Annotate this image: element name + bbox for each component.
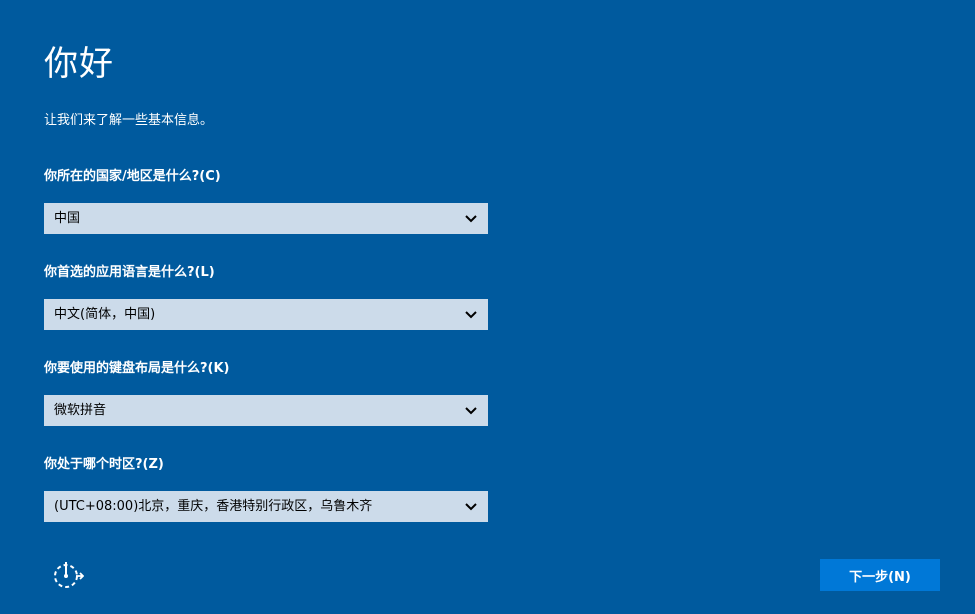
country-dropdown[interactable]: 中国 [44,203,488,234]
keyboard-field: 你要使用的键盘布局是什么?(K) 微软拼音 [44,360,488,426]
keyboard-value: 微软拼音 [54,403,107,418]
language-dropdown[interactable]: 中文(简体，中国) [44,299,488,330]
keyboard-label: 你要使用的键盘布局是什么?(K) [44,361,230,376]
timezone-value: (UTC+08:00)北京，重庆，香港特别行政区，乌鲁木齐 [54,499,373,514]
language-label: 你首选的应用语言是什么?(L) [44,265,215,280]
ease-of-access-icon[interactable] [50,559,85,591]
chevron-down-icon [464,214,478,224]
chevron-down-icon [464,310,478,320]
country-label: 你所在的国家/地区是什么?(C) [44,169,221,184]
chevron-down-icon [464,502,478,512]
language-field: 你首选的应用语言是什么?(L) 中文(简体，中国) [44,264,488,330]
country-field: 你所在的国家/地区是什么?(C) 中国 [44,168,488,234]
next-button[interactable]: 下一步(N) [820,559,940,591]
timezone-label: 你处于哪个时区?(Z) [44,457,164,472]
country-value: 中国 [54,211,81,226]
language-value: 中文(简体，中国) [54,307,156,322]
setup-title: 你好 [44,44,114,84]
keyboard-dropdown[interactable]: 微软拼音 [44,395,488,426]
chevron-down-icon [464,406,478,416]
timezone-dropdown[interactable]: (UTC+08:00)北京，重庆，香港特别行政区，乌鲁木齐 [44,491,488,522]
setup-subtitle: 让我们来了解一些基本信息。 [44,113,214,128]
timezone-field: 你处于哪个时区?(Z) (UTC+08:00)北京，重庆，香港特别行政区，乌鲁木… [44,456,488,522]
